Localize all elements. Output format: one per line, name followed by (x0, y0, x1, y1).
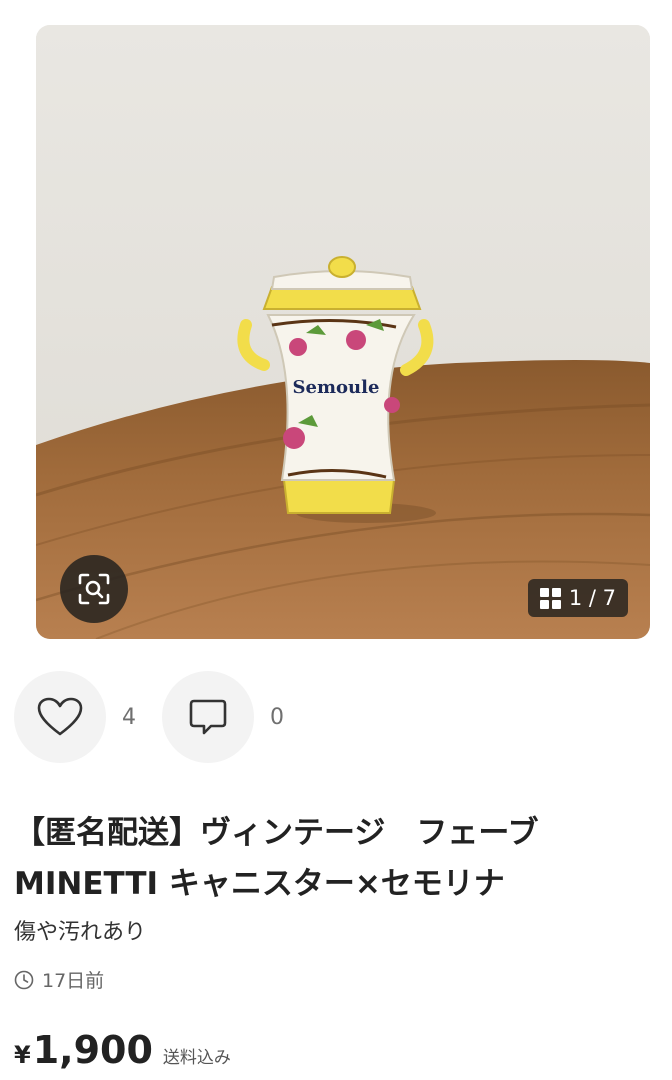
like-button[interactable] (14, 671, 106, 763)
currency-symbol: ¥ (14, 1041, 31, 1069)
image-counter-badge[interactable]: 1 / 7 (527, 579, 628, 617)
jar-label-text: Semoule (293, 377, 380, 398)
action-row: 4 0 (14, 671, 310, 763)
zoom-scan-icon (78, 573, 110, 605)
clock-icon (14, 970, 34, 989)
price-value: 1,900 (32, 1028, 153, 1072)
posted-time: 17日前 (14, 966, 104, 993)
heart-icon (37, 697, 83, 736)
image-counter-text: 1 / 7 (568, 586, 616, 610)
product-photo[interactable]: Semoule (36, 25, 650, 639)
shipping-note: 送料込み (162, 1048, 231, 1068)
image-gallery[interactable]: Semoule 1 / 7 (36, 25, 650, 639)
zoom-button[interactable] (60, 555, 128, 623)
comment-icon (189, 699, 227, 735)
comment-count: 0 (270, 704, 284, 730)
price-row: ¥ 1,900 送料込み (14, 1028, 231, 1072)
like-count: 4 (122, 704, 136, 730)
posted-time-text: 17日前 (42, 970, 105, 992)
comment-button[interactable] (162, 671, 254, 763)
item-condition: 傷や汚れあり (14, 920, 147, 945)
grid-icon (539, 587, 561, 609)
item-title: 【匿名配送】ヴィンテージ フェーブ MINETTI キャニスター×セモリナ (14, 815, 539, 902)
